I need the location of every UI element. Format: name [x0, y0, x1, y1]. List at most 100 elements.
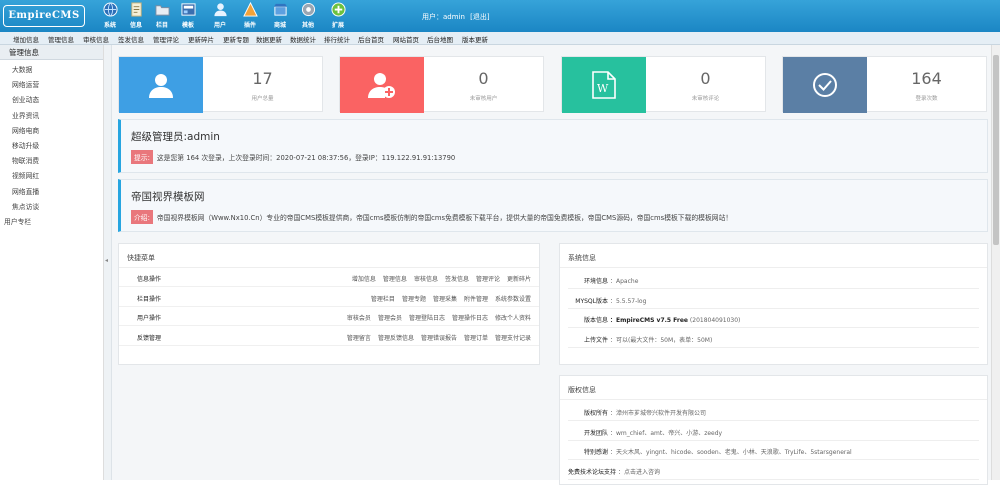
sidebar-collapse-handle[interactable]: ◂	[104, 45, 112, 480]
subnav-link[interactable]: 排行统计	[324, 34, 350, 44]
topnav-template[interactable]: 模板	[176, 2, 200, 32]
topnav-shop[interactable]: 商城	[268, 2, 292, 32]
quick-menu-link[interactable]: 签发信息	[445, 276, 469, 283]
subnav-link[interactable]: 管理信息	[48, 34, 74, 44]
quick-menu-label: 栏目操作	[137, 295, 162, 303]
sidebar-item[interactable]: 视频网红	[12, 170, 39, 180]
subnav-link[interactable]: 更新碎片	[188, 34, 214, 44]
quick-menu-link[interactable]: 管理信息	[383, 276, 407, 283]
user-icon	[119, 57, 203, 113]
current-user: 用户：admin	[422, 13, 465, 21]
quick-menu-link[interactable]: 审核会员	[347, 315, 371, 322]
quick-menu-row: 反馈管理 管理留言 管理反馈信息 管理错误报告 管理订单 管理支付记录	[119, 327, 539, 346]
system-info-title: 系统信息	[560, 244, 987, 268]
globe-icon	[102, 2, 118, 17]
sidebar-user-column[interactable]: 用户专栏	[4, 216, 31, 226]
quick-menu-link[interactable]: 审核信息	[414, 276, 438, 283]
copyright-value: wm_chief、amt、帝兴、小游、zeedy	[616, 429, 723, 437]
vertical-scrollbar[interactable]	[991, 45, 1000, 480]
copyright-key: 免费技术论坛支持	[567, 468, 616, 476]
topnav-label: 其他	[301, 22, 314, 29]
admin-title: 超级管理员:admin	[131, 131, 220, 143]
site-title: 帝国视界模板网	[131, 191, 205, 203]
topnav-plugin[interactable]: 插件	[238, 2, 262, 32]
topnav-label: 模板	[181, 22, 194, 29]
subnav-link[interactable]: 后台首页	[358, 34, 384, 44]
system-info-value: Apache	[616, 278, 639, 285]
quick-menu-link[interactable]: 管理错误报告	[421, 335, 457, 342]
sidebar-item[interactable]: 焦点访谈	[12, 201, 39, 211]
topnav-folder[interactable]: 栏目	[150, 2, 174, 32]
quick-menu-link[interactable]: 修改个人资料	[495, 315, 531, 322]
copyright-title: 版权信息	[560, 376, 987, 400]
quick-menu-link[interactable]: 管理登陆日志	[409, 315, 445, 322]
stat-value: 164	[911, 69, 942, 88]
topnav-label: 栏目	[155, 22, 168, 29]
quick-menu-link[interactable]: 管理栏目	[371, 296, 395, 303]
user-add-icon	[340, 57, 424, 113]
topnav-gear[interactable]: 其他	[296, 2, 320, 32]
quick-menu-link[interactable]: 管理订单	[464, 335, 488, 342]
topnav-label: 系统	[103, 22, 116, 29]
scrollbar-thumb[interactable]	[993, 55, 999, 245]
topnav-user[interactable]: 用户	[208, 2, 232, 32]
copyright-row: 开发团队 ：wm_chief、amt、帝兴、小游、zeedy	[568, 422, 979, 441]
sidebar-item[interactable]: 大数据	[12, 64, 32, 74]
quick-menu-link[interactable]: 管理留言	[347, 335, 371, 342]
quick-menu-link[interactable]: 附件管理	[464, 296, 488, 303]
sidebar-item[interactable]: 物联消费	[12, 155, 39, 165]
topnav-label: 商城	[273, 22, 286, 29]
subnav-link[interactable]: 后台地图	[427, 34, 453, 44]
subnav-link[interactable]: 更新专题	[223, 34, 249, 44]
quick-menu-link[interactable]: 管理采集	[433, 296, 457, 303]
topnav-globe[interactable]: 系统	[98, 2, 122, 32]
quick-menu-link[interactable]: 管理反馈信息	[378, 335, 414, 342]
quick-menu-link[interactable]: 管理会员	[378, 315, 402, 322]
folder-icon	[154, 2, 170, 17]
plus-icon	[330, 2, 346, 17]
quick-menu-link[interactable]: 管理专题	[402, 296, 426, 303]
sidebar-item[interactable]: 网络电商	[12, 125, 39, 135]
copyright-info: 版权信息 版权所有 ：漳州市芗城帝兴软件开发有限公司 开发团队 ：wm_chief、a…	[559, 375, 988, 485]
subnav-link[interactable]: 数据更新	[256, 34, 282, 44]
subnav-link[interactable]: 数据统计	[290, 34, 316, 44]
logout-link[interactable]: [退出]	[470, 13, 489, 21]
stat-value: 17	[252, 69, 273, 88]
sidebar-item[interactable]: 网络运营	[12, 79, 39, 89]
subnav-link[interactable]: 版本更新	[462, 34, 488, 44]
sidebar-header[interactable]: 管理信息	[0, 45, 103, 60]
word-doc-icon: W	[562, 57, 646, 113]
sidebar-item[interactable]: 业界资讯	[12, 110, 39, 120]
system-info-row: 上传文件 ：可以(最大文件：50M，表单：50M)	[568, 329, 979, 348]
quick-menu-link[interactable]: 增加信息	[352, 276, 376, 283]
sidebar: 管理信息 大数据网络运营创业动态业界资讯网络电商移动升级物联消费视频网红网络直播…	[0, 45, 104, 480]
subnav-link[interactable]: 管理评论	[153, 34, 179, 44]
quick-menu-link[interactable]: 系统参数设置	[495, 296, 531, 303]
top-header: EmpireCMS 系统 信息 栏目 模板 用户 插件 商城 其他 扩展 用户：admin [退…	[0, 0, 1000, 32]
topnav-document[interactable]: 信息	[124, 2, 148, 32]
empirecms-logo[interactable]: EmpireCMS	[3, 5, 85, 27]
subnav-link[interactable]: 审核信息	[83, 34, 109, 44]
plugin-icon	[242, 2, 258, 17]
check-circle-icon	[783, 57, 867, 113]
subnav-link[interactable]: 增加信息	[13, 34, 39, 44]
quick-menu-link[interactable]: 管理评论	[476, 276, 500, 283]
system-info-key: 版本信息	[583, 317, 608, 324]
stat-value: 0	[700, 69, 711, 88]
system-info-value: 5.5.57-log	[616, 297, 647, 305]
sidebar-item[interactable]: 移动升级	[12, 140, 39, 150]
copyright-value[interactable]: 点击进入咨询	[624, 469, 660, 476]
quick-menu-link[interactable]: 更新碎片	[507, 276, 531, 283]
subnav-link[interactable]: 网站首页	[393, 34, 419, 44]
main-content: 17 用户总量 0 未审核用户 W 0 未审核评论 164 登录次数 超级管理员:admin 提…	[112, 45, 1000, 485]
quick-menu-link[interactable]: 管理支付记录	[495, 335, 531, 342]
system-info-row: 版本信息 ：EmpireCMS v7.5 Free (201804091030)	[568, 309, 979, 328]
topnav-label: 插件	[243, 22, 256, 29]
quick-menu-link[interactable]: 管理操作日志	[452, 315, 488, 322]
stat-label: 未审核用户	[469, 96, 498, 102]
sidebar-item[interactable]: 网络直播	[12, 186, 39, 196]
sidebar-item[interactable]: 创业动态	[12, 94, 39, 104]
topnav-plus[interactable]: 扩展	[326, 2, 350, 32]
stat-card: 17 用户总量	[118, 56, 323, 113]
subnav-link[interactable]: 签发信息	[118, 34, 144, 44]
